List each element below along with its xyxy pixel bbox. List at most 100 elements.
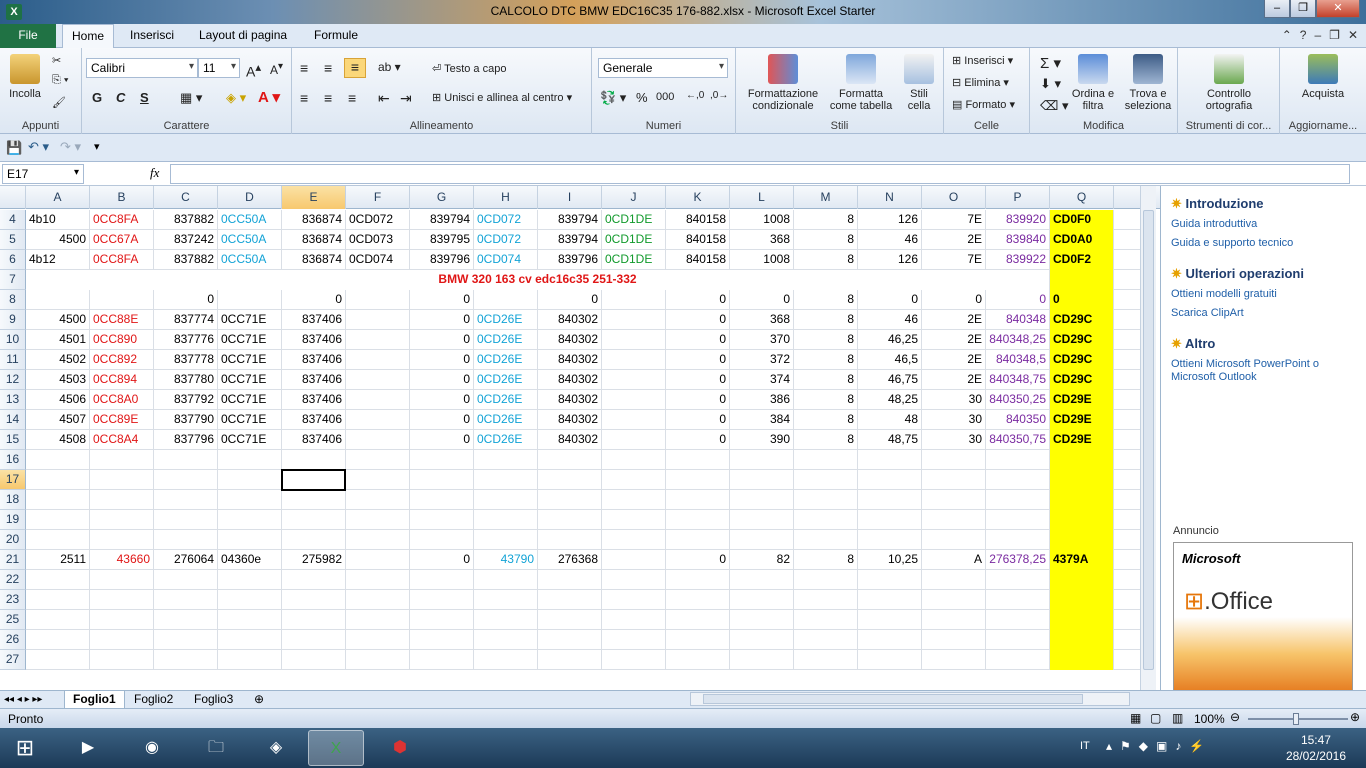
cell-o8[interactable]: 0 [922, 290, 986, 310]
cell-k23[interactable] [666, 590, 730, 610]
cell-k17[interactable] [666, 470, 730, 490]
media-player-icon[interactable]: ▶ [60, 730, 116, 766]
cell-j10[interactable] [602, 330, 666, 350]
excel-taskbar-icon[interactable]: X [308, 730, 364, 766]
align-left-icon[interactable]: ≡ [300, 90, 308, 106]
spelling-button[interactable]: Controllo ortografia [1186, 54, 1272, 112]
cell-g5[interactable]: 839795 [410, 230, 474, 250]
column-header-c[interactable]: C [154, 186, 218, 209]
cell-g8[interactable]: 0 [410, 290, 474, 310]
cell-b13[interactable]: 0CC8A0 [90, 390, 154, 410]
link-getting-started[interactable]: Guida introduttiva [1171, 218, 1361, 231]
cell-b4[interactable]: 0CC8FA [90, 210, 154, 230]
cell-k25[interactable] [666, 610, 730, 630]
cell-l4[interactable]: 1008 [730, 210, 794, 230]
cell-h11[interactable]: 0CD26E [474, 350, 538, 370]
cell-h6[interactable]: 0CD074 [474, 250, 538, 270]
cell-g20[interactable] [410, 530, 474, 550]
cell-o18[interactable] [922, 490, 986, 510]
cell-k6[interactable]: 840158 [666, 250, 730, 270]
cell-f11[interactable] [346, 350, 410, 370]
cell-q20[interactable] [1050, 530, 1114, 550]
cell-m4[interactable]: 8 [794, 210, 858, 230]
column-header-o[interactable]: O [922, 186, 986, 209]
cell-l14[interactable]: 384 [730, 410, 794, 430]
save-icon[interactable]: 💾 [6, 140, 22, 156]
cell-g10[interactable]: 0 [410, 330, 474, 350]
cell-m6[interactable]: 8 [794, 250, 858, 270]
cell-o9[interactable]: 2E [922, 310, 986, 330]
doc-minimize-icon[interactable]: – [1314, 28, 1321, 42]
cell-l11[interactable]: 372 [730, 350, 794, 370]
cell-e13[interactable]: 837406 [282, 390, 346, 410]
cell-k18[interactable] [666, 490, 730, 510]
cell-q18[interactable] [1050, 490, 1114, 510]
cell-i23[interactable] [538, 590, 602, 610]
doc-restore-icon[interactable]: ❐ [1329, 28, 1340, 42]
cell-q11[interactable]: CD29C [1050, 350, 1114, 370]
new-sheet-icon[interactable]: ⊕ [246, 691, 272, 709]
cell-f22[interactable] [346, 570, 410, 590]
cell-a19[interactable] [26, 510, 90, 530]
cell-g27[interactable] [410, 650, 474, 670]
cell-a11[interactable]: 4502 [26, 350, 90, 370]
cell-e21[interactable]: 275982 [282, 550, 346, 570]
cell-h9[interactable]: 0CD26E [474, 310, 538, 330]
increase-indent-icon[interactable]: ⇥ [400, 90, 412, 107]
cell-p11[interactable]: 840348,5 [986, 350, 1050, 370]
row-header-19[interactable]: 19 [0, 510, 26, 530]
align-bottom-icon[interactable]: ≡ [344, 58, 366, 78]
cell-q22[interactable] [1050, 570, 1114, 590]
cell-q8[interactable]: 0 [1050, 290, 1114, 310]
cell-c19[interactable] [154, 510, 218, 530]
cell-n12[interactable]: 46,75 [858, 370, 922, 390]
cell-a18[interactable] [26, 490, 90, 510]
language-indicator[interactable]: IT [1080, 740, 1090, 752]
cell-g26[interactable] [410, 630, 474, 650]
cell-j4[interactable]: 0CD1DE [602, 210, 666, 230]
cut-icon[interactable]: ✂ [52, 54, 61, 67]
currency-icon[interactable]: 💱 ▾ [600, 90, 626, 106]
cell-e15[interactable]: 837406 [282, 430, 346, 450]
cell-c10[interactable]: 837776 [154, 330, 218, 350]
worksheet-grid[interactable]: ABCDEFGHIJKLMNOPQ 4 4b10 0CC8FA 837882 0CC50… [0, 186, 1160, 690]
column-header-j[interactable]: J [602, 186, 666, 209]
cell-m5[interactable]: 8 [794, 230, 858, 250]
find-select-button[interactable]: Trova e seleziona [1120, 54, 1176, 112]
cell-j18[interactable] [602, 490, 666, 510]
cell-f21[interactable] [346, 550, 410, 570]
link-clipart[interactable]: Scarica ClipArt [1171, 307, 1361, 320]
cell-b11[interactable]: 0CC892 [90, 350, 154, 370]
cell-i25[interactable] [538, 610, 602, 630]
cell-k9[interactable]: 0 [666, 310, 730, 330]
cell-c14[interactable]: 837790 [154, 410, 218, 430]
cell-h12[interactable]: 0CD26E [474, 370, 538, 390]
cell-c6[interactable]: 837882 [154, 250, 218, 270]
cell-k11[interactable]: 0 [666, 350, 730, 370]
cell-k19[interactable] [666, 510, 730, 530]
cell-f23[interactable] [346, 590, 410, 610]
row-header-13[interactable]: 13 [0, 390, 26, 410]
cell-j27[interactable] [602, 650, 666, 670]
cell-l16[interactable] [730, 450, 794, 470]
cell-e11[interactable]: 837406 [282, 350, 346, 370]
cell-o17[interactable] [922, 470, 986, 490]
cell-a26[interactable] [26, 630, 90, 650]
cell-i15[interactable]: 840302 [538, 430, 602, 450]
cell-c23[interactable] [154, 590, 218, 610]
cell-i10[interactable]: 840302 [538, 330, 602, 350]
cell-d6[interactable]: 0CC50A [218, 250, 282, 270]
select-all-corner[interactable] [0, 186, 26, 209]
cell-g12[interactable]: 0 [410, 370, 474, 390]
cell-e18[interactable] [282, 490, 346, 510]
cell-g9[interactable]: 0 [410, 310, 474, 330]
shrink-font-icon[interactable]: A▾ [270, 61, 283, 77]
cell-n18[interactable] [858, 490, 922, 510]
cell-h22[interactable] [474, 570, 538, 590]
cell-l13[interactable]: 386 [730, 390, 794, 410]
row-header-11[interactable]: 11 [0, 350, 26, 370]
cell-h17[interactable] [474, 470, 538, 490]
cell-f5[interactable]: 0CD073 [346, 230, 410, 250]
undo-icon[interactable]: ↶ ▾ [28, 139, 49, 155]
cell-c20[interactable] [154, 530, 218, 550]
